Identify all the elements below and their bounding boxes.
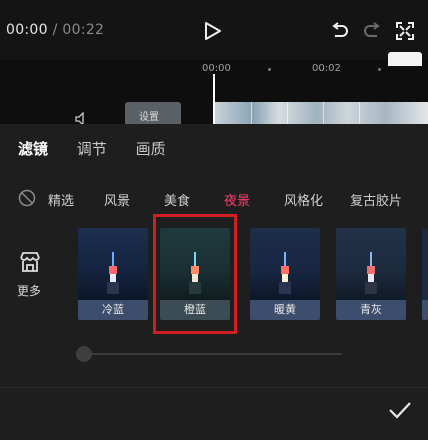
redo-icon[interactable] xyxy=(362,22,382,40)
filter-name: 青灰 xyxy=(336,300,406,320)
more-label[interactable]: 更多 xyxy=(17,282,41,299)
selected-filter-highlight xyxy=(153,214,237,334)
duration: 00:22 xyxy=(62,22,105,38)
tab-filters[interactable]: 滤镜 xyxy=(18,138,48,159)
category-landscape[interactable]: 风景 xyxy=(104,190,130,209)
filter-card[interactable]: 暖黄 xyxy=(250,228,320,320)
intensity-slider-knob[interactable] xyxy=(76,346,92,362)
filter-card-partial[interactable] xyxy=(422,228,428,320)
filter-categories: 精选 风景 美食 夜景 风格化 复古胶片 xyxy=(0,188,428,210)
playhead[interactable] xyxy=(213,74,215,124)
filter-card[interactable]: 冷蓝 xyxy=(78,228,148,320)
tick-dot xyxy=(268,68,271,71)
tick-label: 00:00 xyxy=(202,63,231,74)
divider xyxy=(0,387,428,388)
filter-thumbnail xyxy=(336,228,406,300)
cover-button-label: 设置 xyxy=(139,112,159,123)
filter-name-partial xyxy=(422,300,428,320)
filter-name: 暖黄 xyxy=(250,300,320,320)
clip-end-marker xyxy=(388,52,422,66)
audio-icon[interactable] xyxy=(75,112,89,124)
category-stylized[interactable]: 风格化 xyxy=(284,190,323,209)
category-retro-film[interactable]: 复古胶片 xyxy=(350,190,402,209)
category-food[interactable]: 美食 xyxy=(164,190,190,209)
tick-label: 00:02 xyxy=(312,63,341,74)
intensity-slider-track[interactable] xyxy=(84,353,342,355)
undo-icon[interactable] xyxy=(330,22,350,40)
fullscreen-icon[interactable] xyxy=(396,21,414,41)
cover-button[interactable]: 设置 xyxy=(125,102,181,124)
filter-thumbnail xyxy=(422,228,428,300)
panel-tabs: 滤镜 调节 画质 xyxy=(18,138,190,159)
checkmark-icon[interactable] xyxy=(388,400,412,420)
tab-adjust[interactable]: 调节 xyxy=(77,138,107,159)
video-clip-strip[interactable] xyxy=(215,102,428,124)
filter-card[interactable]: 青灰 xyxy=(336,228,406,320)
store-icon[interactable] xyxy=(18,250,42,274)
current-time: 00:00 xyxy=(6,22,48,38)
filter-thumbnail xyxy=(250,228,320,300)
filter-thumbnail xyxy=(78,228,148,300)
timeline[interactable]: 00:00 00:02 设置 xyxy=(0,60,428,124)
tick-dot xyxy=(378,68,381,71)
category-night[interactable]: 夜景 xyxy=(224,190,250,209)
time-separator: / xyxy=(52,22,58,38)
time-display: 00:00 / 00:22 xyxy=(6,22,104,38)
category-featured[interactable]: 精选 xyxy=(48,190,74,209)
filter-name: 冷蓝 xyxy=(78,300,148,320)
play-icon[interactable] xyxy=(204,21,222,41)
tab-quality[interactable]: 画质 xyxy=(136,138,166,159)
